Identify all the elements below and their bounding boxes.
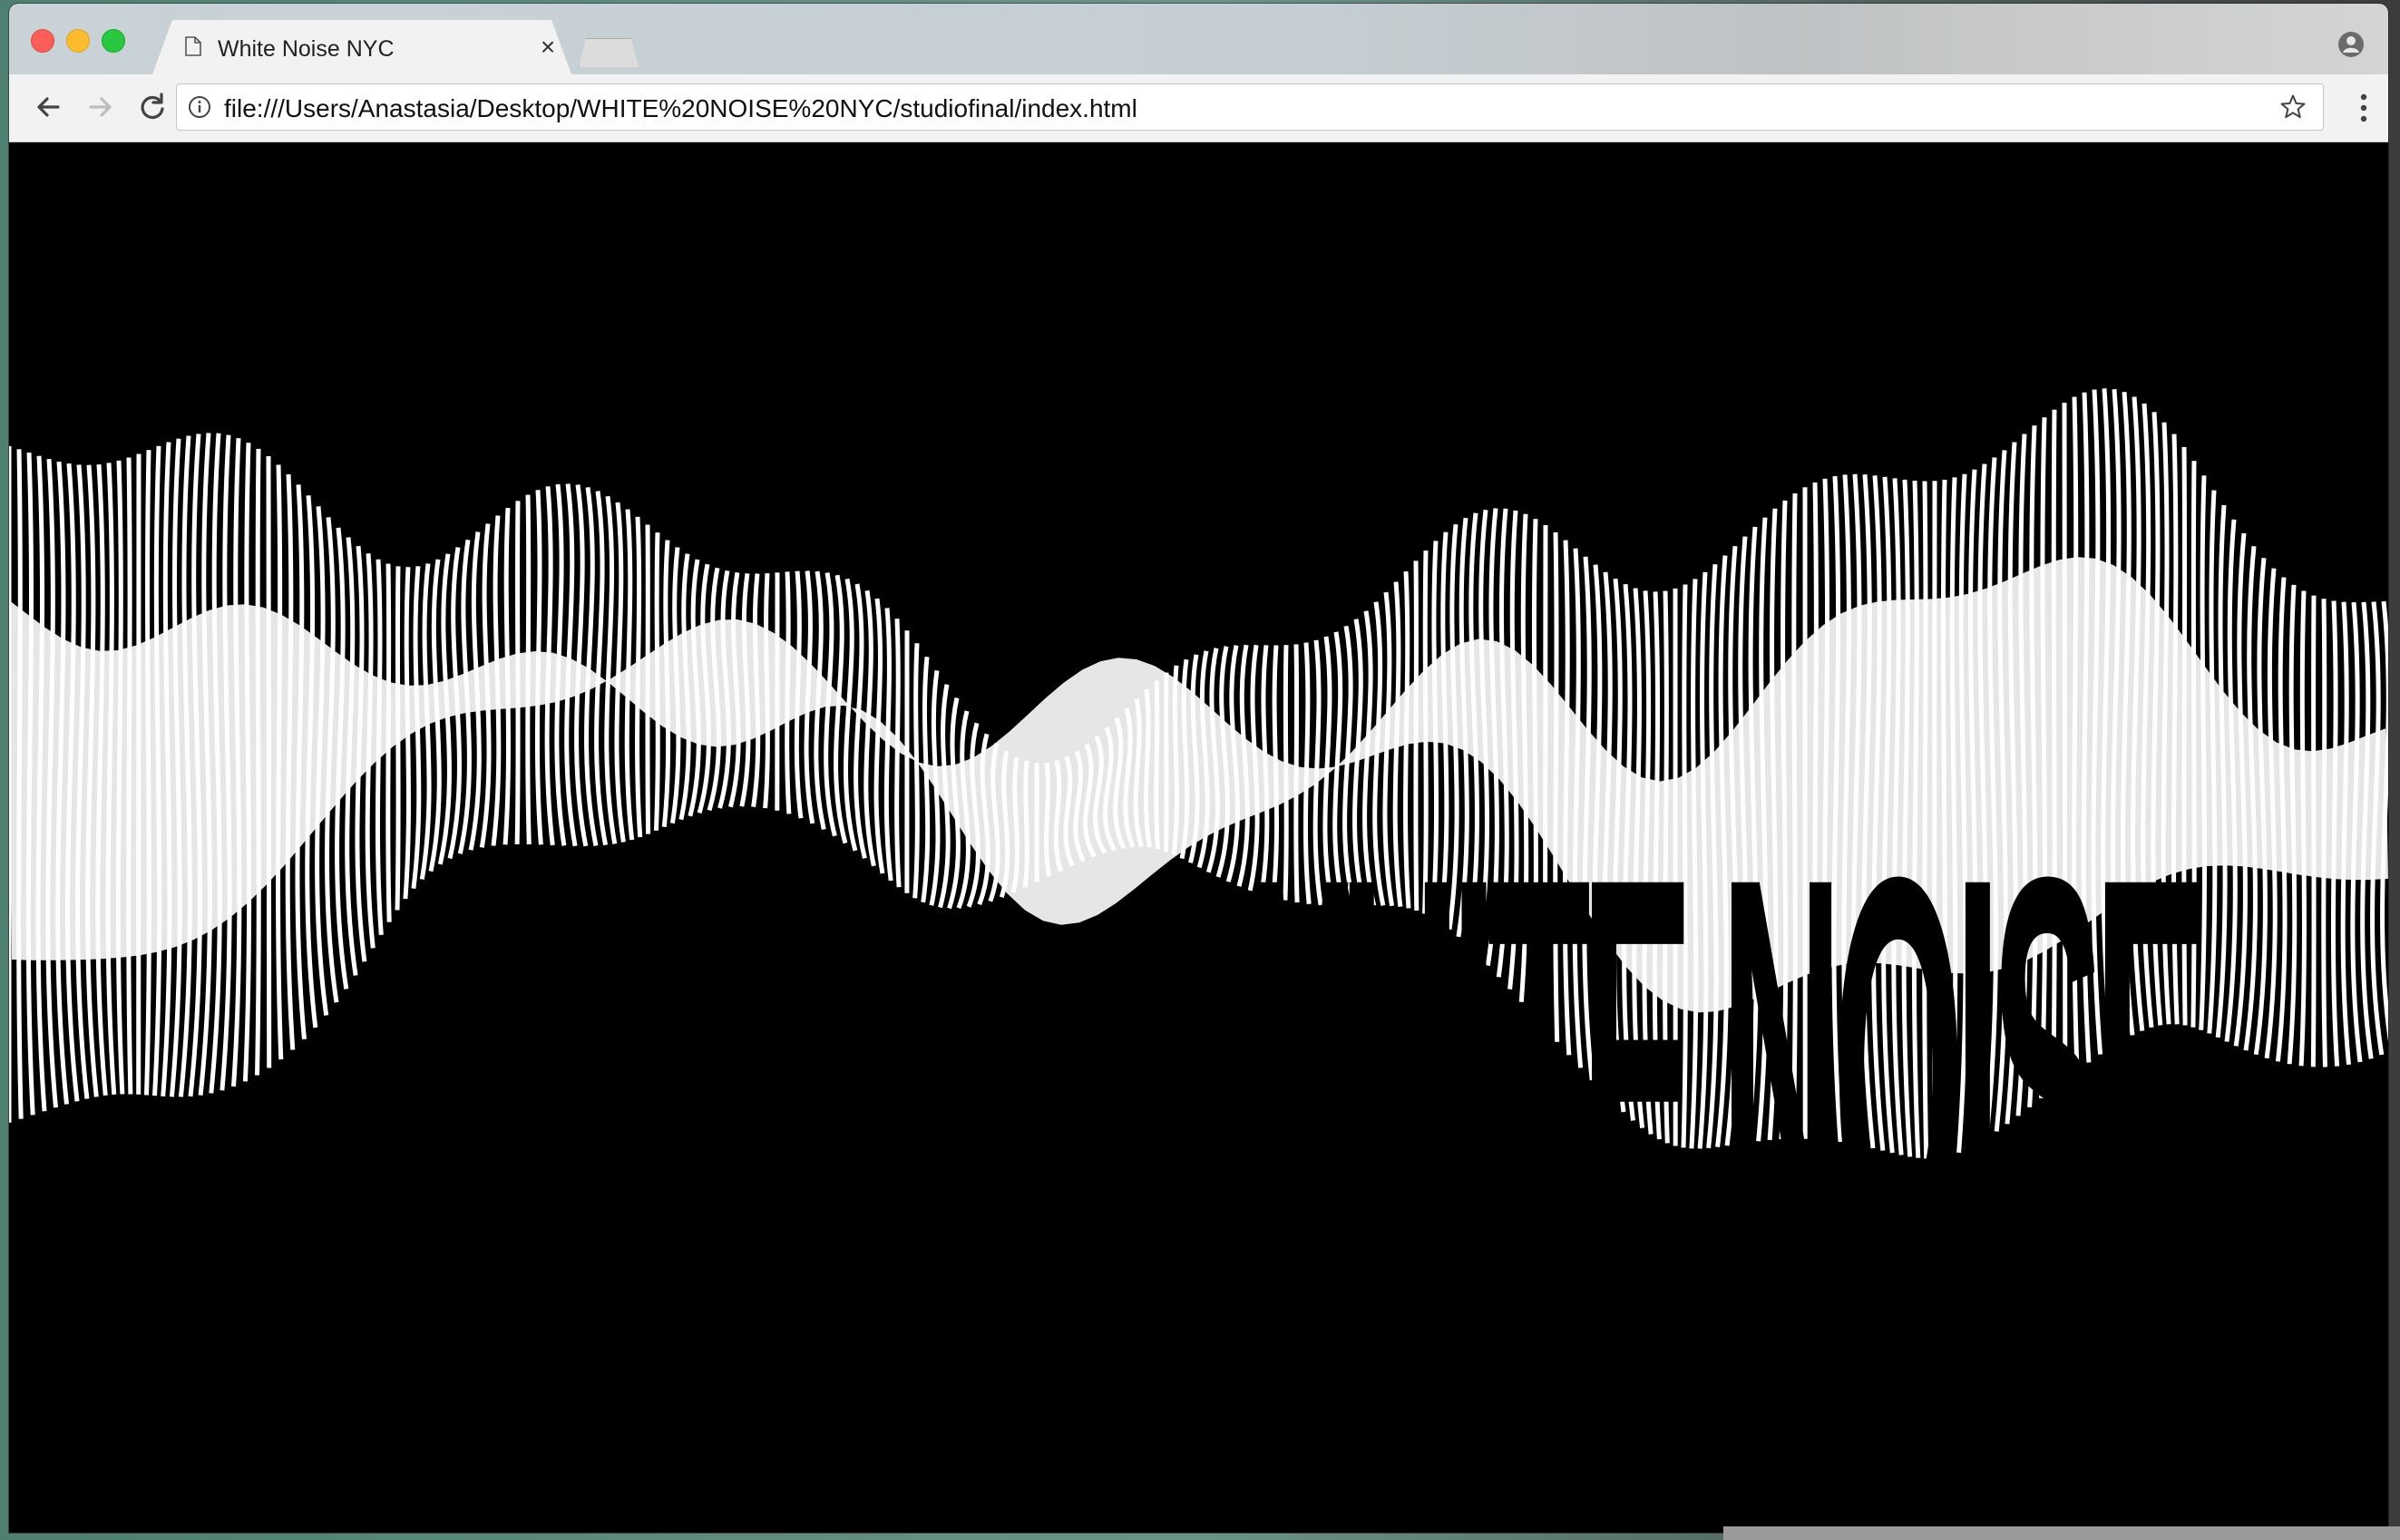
wave-stripe — [126, 457, 133, 1095]
wave-stripe — [1154, 680, 1160, 850]
new-tab-button[interactable] — [579, 38, 639, 67]
wave-stripe — [1044, 762, 1052, 877]
tab-close-icon[interactable]: × — [535, 34, 561, 60]
wave-stripe — [1022, 760, 1029, 888]
wave-stripe — [929, 670, 941, 906]
wave-stripe — [2298, 590, 2307, 1067]
wave-stripe — [921, 656, 931, 903]
wave-stripe — [854, 583, 867, 859]
hero-title: WHITE NOISE — [1188, 763, 2207, 1383]
star-icon[interactable] — [2279, 93, 2307, 121]
wave-stripe — [2321, 599, 2327, 1067]
back-arrow-icon[interactable] — [31, 89, 67, 125]
reload-icon[interactable] — [134, 89, 171, 125]
wave-stripe — [403, 567, 411, 900]
wave-stripe — [2199, 475, 2207, 1030]
wave-stripe — [894, 619, 902, 888]
wave-stripe — [385, 563, 392, 922]
wave-stripe — [276, 464, 284, 1060]
wave-stripe — [266, 455, 272, 1068]
url-text[interactable]: file:///Users/Anastasia/Desktop/WHITE%20… — [224, 94, 1137, 123]
wave-stripe — [1171, 665, 1179, 855]
wave-stripe — [785, 571, 792, 814]
wave-stripe — [653, 532, 660, 831]
tab-strip: White Noise NYC × — [9, 4, 2388, 74]
window-maximize-button[interactable] — [102, 29, 125, 53]
profile-icon[interactable] — [2337, 31, 2365, 58]
wave-stripe — [604, 495, 618, 844]
tab-content: White Noise NYC × — [152, 20, 571, 74]
forward-arrow-icon[interactable] — [82, 89, 118, 125]
wave-stripe — [594, 491, 609, 846]
wave-stripe — [635, 516, 643, 838]
browser-window: White Noise NYC × file:///Users/Anastasi… — [9, 4, 2388, 1533]
document-icon — [185, 36, 201, 56]
wave-stripe — [144, 450, 151, 1096]
wave-stripe — [912, 643, 920, 899]
wave-stripe — [255, 448, 261, 1076]
wave-stripe — [514, 501, 521, 844]
wave-stripe — [502, 507, 512, 845]
desktop-bottom-edge — [1723, 1526, 2400, 1540]
wave-stripe — [2310, 595, 2317, 1067]
address-bar[interactable]: file:///Users/Anastasia/Desktop/WHITE%20… — [176, 83, 2324, 131]
wave-stripe — [645, 524, 651, 834]
wave-stripe — [834, 574, 848, 844]
tab-title: White Noise NYC — [218, 36, 395, 62]
wave-stripe — [2380, 600, 2388, 1041]
wave-stripe — [375, 559, 384, 935]
wave-stripe — [584, 486, 599, 846]
wave-stripe — [763, 572, 770, 809]
info-icon[interactable] — [188, 95, 211, 119]
kebab-menu-icon[interactable] — [2359, 93, 2368, 123]
wave-stripe — [16, 449, 24, 1119]
wave-stripe — [844, 578, 858, 852]
page-content: WHITE NOISE — [9, 142, 2388, 1533]
wave-stripe — [534, 490, 543, 845]
wave-stripe — [395, 566, 401, 911]
wave-stripe — [525, 494, 532, 845]
browser-toolbar: file:///Users/Anastasia/Desktop/WHITE%20… — [9, 74, 2388, 142]
window-close-button[interactable] — [31, 29, 54, 53]
window-minimize-button[interactable] — [66, 29, 90, 53]
